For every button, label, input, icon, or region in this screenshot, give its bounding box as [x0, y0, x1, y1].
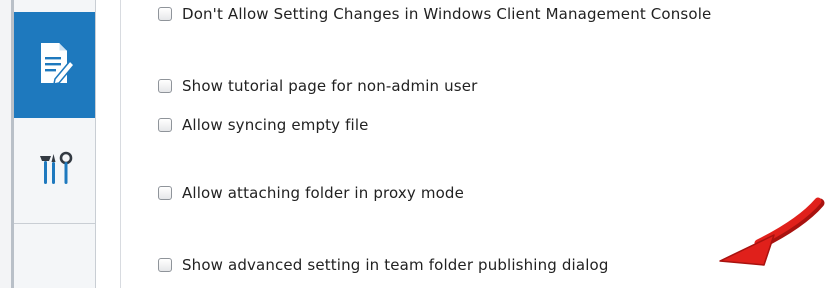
- checkbox-show-advanced-setting-team-folder[interactable]: [158, 258, 172, 272]
- nav-item-documents[interactable]: [14, 12, 95, 118]
- option-label: Don't Allow Setting Changes in Windows C…: [182, 5, 712, 23]
- checkbox-allow-syncing-empty-file[interactable]: [158, 118, 172, 132]
- option-show-tutorial-page[interactable]: Show tutorial page for non-admin user: [158, 75, 477, 97]
- document-edit-icon: [35, 39, 75, 91]
- option-label: Allow attaching folder in proxy mode: [182, 184, 464, 202]
- option-label: Show advanced setting in team folder pub…: [182, 256, 609, 274]
- option-disallow-settings-changes[interactable]: Don't Allow Setting Changes in Windows C…: [158, 3, 711, 25]
- option-allow-attaching-folder-proxy[interactable]: Allow attaching folder in proxy mode: [158, 182, 464, 204]
- checkbox-show-tutorial-page[interactable]: [158, 79, 172, 93]
- settings-nav: [14, 0, 96, 288]
- content-divider: [120, 0, 121, 288]
- left-rail: [0, 0, 14, 288]
- option-show-advanced-setting-team-folder[interactable]: Show advanced setting in team folder pub…: [158, 254, 609, 276]
- option-allow-syncing-empty-file[interactable]: Allow syncing empty file: [158, 114, 369, 136]
- tools-icon: [35, 150, 75, 194]
- checkbox-allow-attaching-folder-proxy[interactable]: [158, 186, 172, 200]
- nav-item-tools[interactable]: [14, 120, 95, 224]
- option-label: Show tutorial page for non-admin user: [182, 77, 478, 95]
- checkbox-disallow-settings-changes[interactable]: [158, 7, 172, 21]
- red-arrow-icon: [700, 195, 828, 275]
- option-label: Allow syncing empty file: [182, 116, 369, 134]
